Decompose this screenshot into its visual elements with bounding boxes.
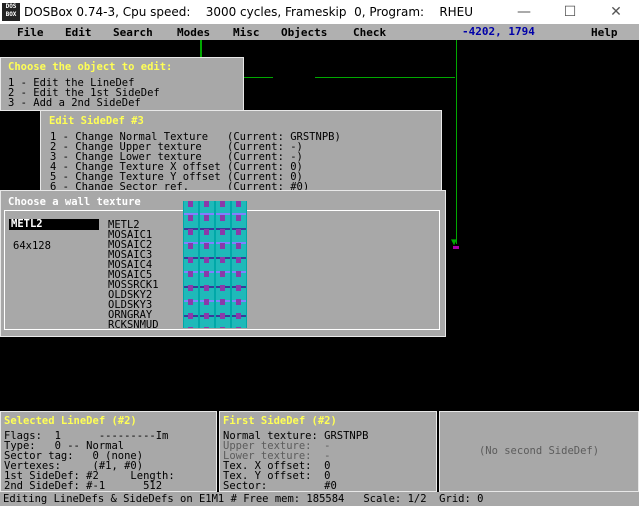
menu-misc[interactable]: Misc — [233, 27, 260, 38]
edit-sidedef-menu: Edit SideDef #3 1 - Change Normal Textur… — [40, 110, 442, 196]
map-linedef[interactable] — [200, 40, 202, 57]
maximize-button[interactable]: ☐ — [547, 0, 593, 24]
sidedef-sector: Sector: #0 — [223, 480, 337, 492]
texture-list-item[interactable]: RCKSNMUD — [108, 320, 159, 331]
menu-check[interactable]: Check — [353, 27, 386, 38]
menu-search[interactable]: Search — [113, 27, 153, 38]
selected-linedef-panel: Selected LineDef (#2) Flags: 1 ---------… — [0, 411, 217, 492]
texture-name-input[interactable]: METL2 — [9, 219, 99, 230]
window-title: DOSBox 0.74-3, Cpu speed: 3000 cycles, F… — [24, 5, 474, 19]
texture-chooser-title: Choose a wall texture — [8, 196, 141, 208]
edit-sidedef-title: Edit SideDef #3 — [49, 115, 144, 127]
map-linedef[interactable] — [243, 77, 273, 78]
second-sidedef-panel: (No second SideDef) — [439, 411, 639, 492]
menu-edit[interactable]: Edit — [65, 27, 92, 38]
selected-linedef-title: Selected LineDef (#2) — [4, 415, 137, 427]
texture-size: 64x128 — [13, 240, 51, 252]
menu-option-add-sidedef[interactable]: 3 - Add a 2nd SideDef — [8, 98, 141, 109]
vertex-marker[interactable] — [453, 246, 459, 249]
menu-modes[interactable]: Modes — [177, 27, 210, 38]
choose-object-menu: Choose the object to edit: 1 - Edit the … — [0, 57, 244, 111]
menu-help[interactable]: Help — [591, 27, 618, 38]
minimize-button[interactable]: — — [501, 0, 547, 24]
first-sidedef-panel: First SideDef (#2) Normal texture: GRSTN… — [219, 411, 437, 492]
cursor-coordinates: -4202, 1794 — [456, 24, 586, 40]
choose-object-title: Choose the object to edit: — [8, 61, 173, 73]
dosbox-app-icon: DOS BOX — [2, 3, 20, 21]
no-second-sidedef-text: (No second SideDef) — [478, 445, 600, 457]
status-text: Editing LineDefs & SideDefs on E1M1 # Fr… — [3, 493, 484, 505]
first-sidedef-title: First SideDef (#2) — [223, 415, 337, 427]
texture-preview — [183, 201, 247, 328]
menu-objects[interactable]: Objects — [281, 27, 327, 38]
map-linedef[interactable] — [315, 77, 455, 78]
menu-file[interactable]: File — [17, 27, 44, 38]
close-button[interactable]: ✕ — [593, 0, 639, 24]
linedef-second-sidedef: 2nd SideDef: #-1 512 — [4, 480, 163, 492]
status-bar: Editing LineDefs & SideDefs on E1M1 # Fr… — [0, 492, 639, 506]
map-linedef-selected[interactable] — [456, 40, 457, 244]
window-title-bar: DOS BOX DOSBox 0.74-3, Cpu speed: 3000 c… — [0, 0, 639, 24]
